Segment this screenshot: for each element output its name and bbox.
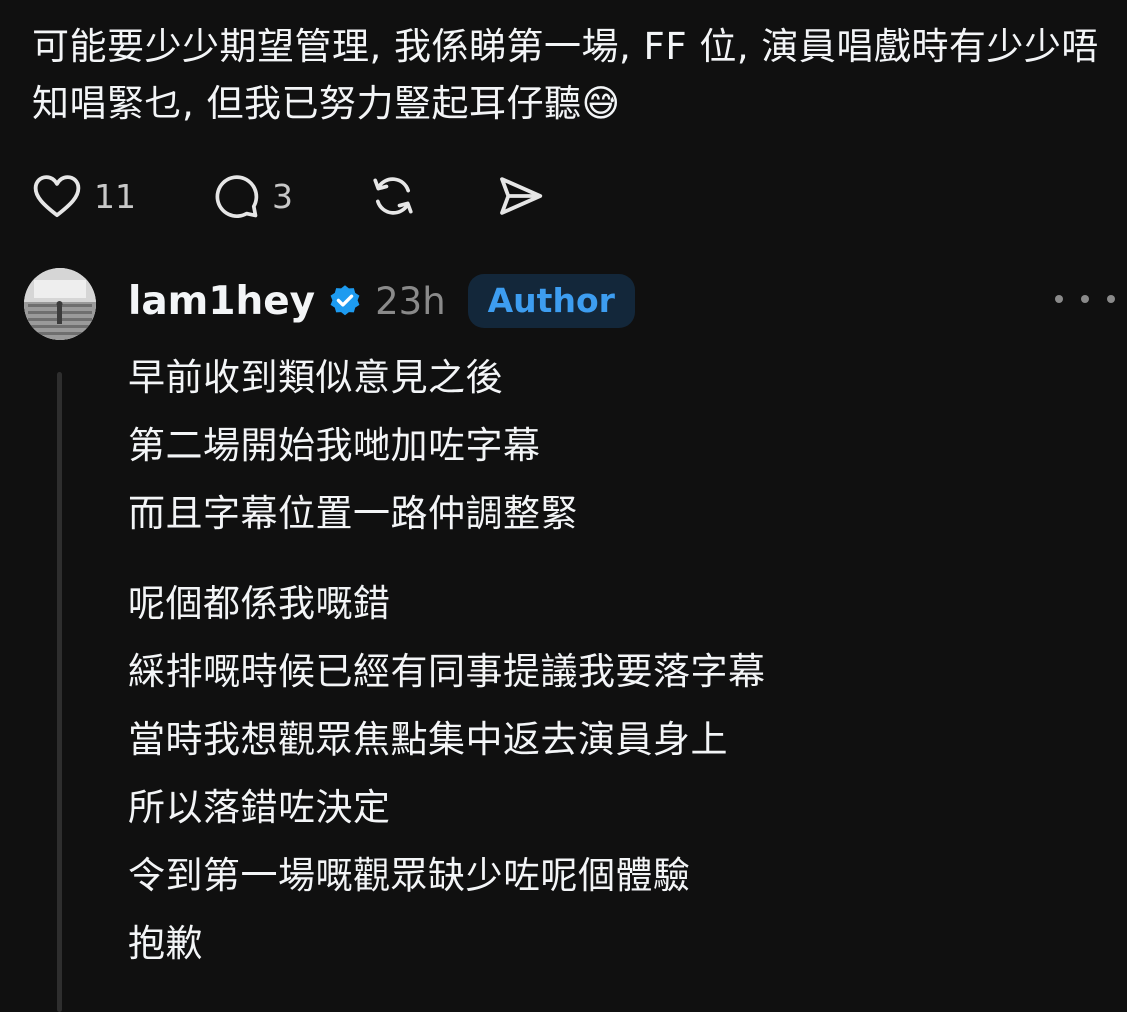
verified-badge-icon: [327, 283, 363, 319]
reply-line: 早前收到類似意見之後: [128, 356, 503, 399]
post-text: 可能要少少期望管理, 我係睇第一場, FF 位, 演員唱戲時有少少唔知唱緊乜, …: [32, 25, 1099, 125]
more-options-button[interactable]: [1055, 284, 1115, 314]
repost-button[interactable]: [367, 170, 419, 222]
reply-line: 所以落錯咗決定: [128, 786, 391, 829]
repost-icon: [373, 177, 413, 215]
thread-line: [57, 372, 62, 1012]
reply-line: 綵排嘅時候已經有同事提議我要落字幕: [128, 650, 766, 693]
reply-line: 呢個都係我嘅錯: [128, 582, 391, 625]
post-actions: 11 3: [30, 168, 547, 224]
more-horizontal-icon: [1055, 295, 1063, 303]
timestamp: 23h: [375, 279, 446, 323]
reply-button[interactable]: 3: [210, 170, 293, 222]
like-count: 11: [94, 176, 136, 216]
like-button[interactable]: 11: [30, 169, 136, 223]
comment-bubble-icon: [215, 175, 259, 218]
share-button[interactable]: [493, 169, 547, 223]
reply-header: lam1hey 23h Author: [128, 270, 635, 332]
reply-line: 抱歉: [128, 922, 203, 965]
reply-text: 早前收到類似意見之後 第二場開始我哋加咗字幕 而且字幕位置一路仲調整緊 呢個都係…: [128, 344, 1088, 978]
username[interactable]: lam1hey: [128, 279, 315, 324]
avatar[interactable]: [24, 268, 96, 340]
reply-count: 3: [272, 176, 293, 216]
reply-line: 當時我想觀眾焦點集中返去演員身上: [128, 718, 728, 761]
reply-line: 第二場開始我哋加咗字幕: [128, 424, 541, 467]
author-badge: Author: [467, 274, 635, 328]
reply-line: 令到第一場嘅觀眾缺少咗呢個體驗: [128, 854, 691, 897]
send-icon: [500, 177, 543, 215]
reply-line: 而且字幕位置一路仲調整緊: [128, 492, 578, 535]
heart-icon: [33, 175, 81, 218]
